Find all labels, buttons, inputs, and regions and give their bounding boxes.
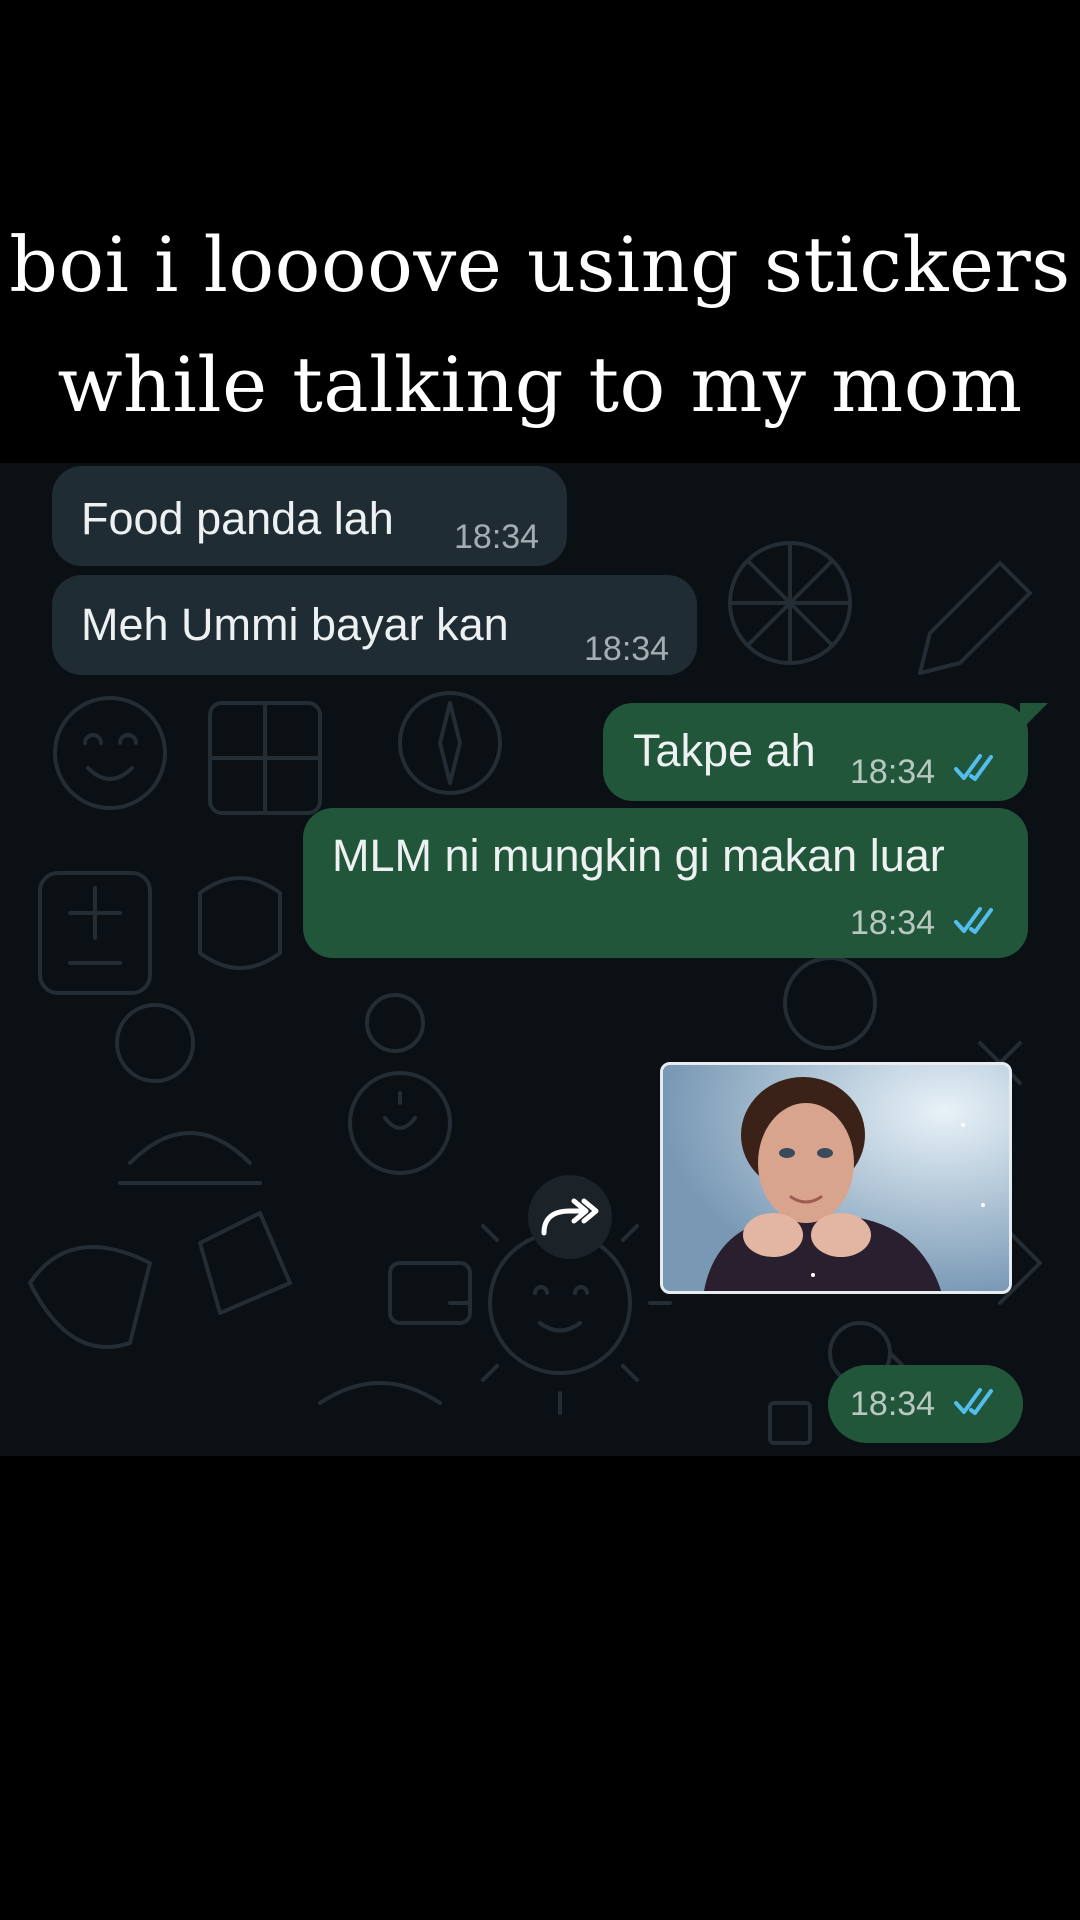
chat-screen[interactable]: Food panda lah 18:34 Meh Ummi bayar kan … (0, 463, 1080, 1456)
message-time: 18:34 (850, 753, 936, 791)
forward-button[interactable] (528, 1175, 612, 1259)
sticker-time-badge: 18:34 (828, 1365, 1023, 1443)
portrait-image (663, 1065, 1009, 1291)
message-time: 18:34 (454, 518, 540, 556)
message-bubble-incoming[interactable]: Meh Ummi bayar kan 18:34 (52, 575, 697, 675)
double-check-icon (954, 907, 993, 934)
message-time: 18:34 (584, 630, 670, 668)
double-check-icon (954, 754, 993, 781)
caption-line-2: while talking to my mom (57, 340, 1023, 429)
message-text: MLM ni mungkin gi makan luar (332, 830, 945, 881)
message-time: 18:34 (850, 1385, 936, 1423)
message-bubble-outgoing[interactable]: Takpe ah 18:34 (603, 703, 1028, 801)
double-check-icon (954, 1388, 993, 1415)
message-time: 18:34 (850, 904, 936, 942)
caption-line-1: boi i loooove using stickers (9, 220, 1071, 309)
message-bubble-outgoing[interactable]: MLM ni mungkin gi makan luar 18:34 (303, 808, 1028, 958)
portrait-photo-sticker[interactable] (660, 1062, 1012, 1294)
bubble-tail (1020, 703, 1048, 731)
message-text: Takpe ah (633, 725, 816, 776)
message-text: Meh Ummi bayar kan (81, 599, 509, 650)
caption: boi i loooove using stickers while talki… (0, 205, 1080, 445)
message-text: Food panda lah (81, 493, 394, 544)
message-bubble-incoming[interactable]: Food panda lah 18:34 (52, 466, 567, 566)
forward-arrow-icon (541, 1198, 599, 1236)
